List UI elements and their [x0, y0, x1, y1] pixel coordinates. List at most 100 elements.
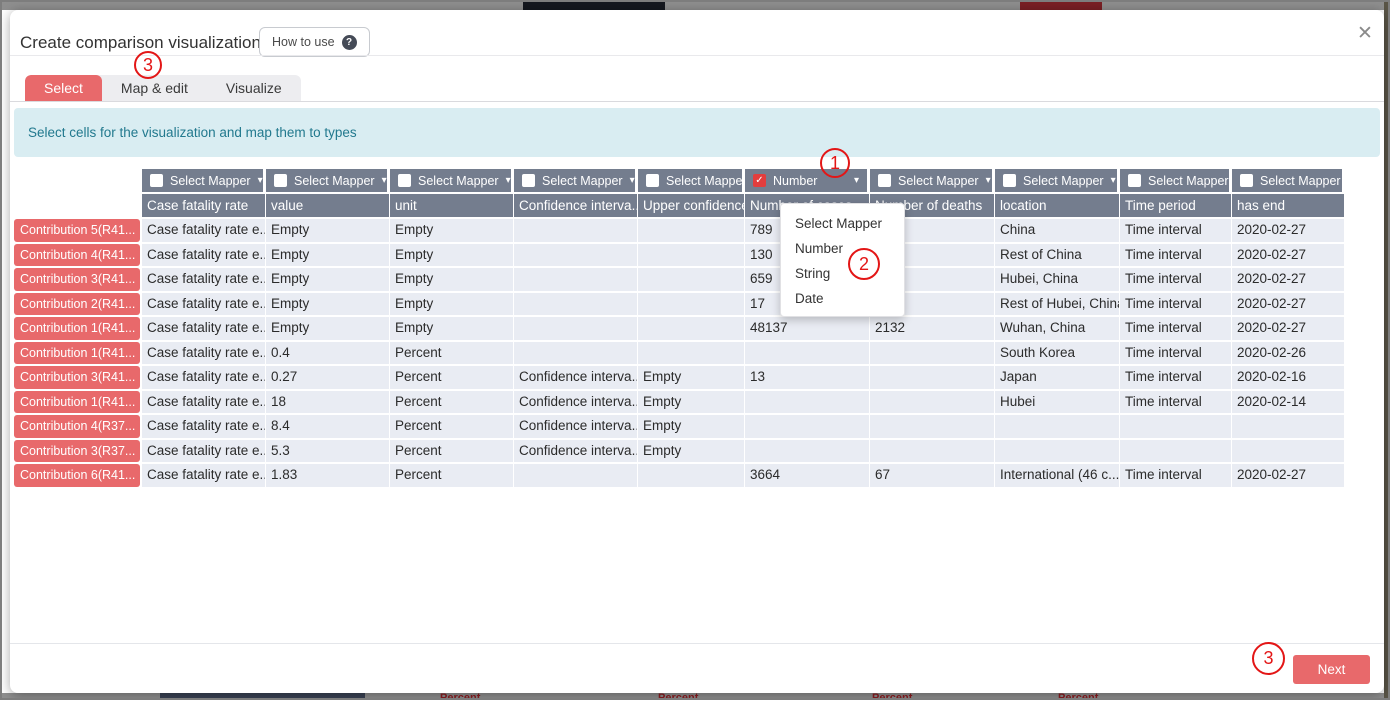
mapper-select-7[interactable]: Select Mapper▾ — [995, 169, 1120, 192]
table-cell[interactable]: Case fatality rate e... — [142, 391, 266, 414]
table-cell[interactable]: Time interval — [1120, 268, 1232, 291]
table-cell[interactable]: Empty — [390, 219, 514, 242]
table-cell[interactable] — [1120, 415, 1232, 438]
table-cell[interactable]: International (46 c... — [995, 464, 1120, 487]
mapper-checkbox-icon[interactable] — [646, 174, 659, 187]
table-cell[interactable]: 18 — [266, 391, 390, 414]
mapper-select-1[interactable]: Select Mapper▾ — [266, 169, 390, 192]
table-cell[interactable]: 3664 — [745, 464, 870, 487]
table-cell[interactable] — [514, 317, 638, 340]
table-cell[interactable] — [638, 268, 745, 291]
table-cell[interactable]: Hubei, China — [995, 268, 1120, 291]
table-cell[interactable]: Percent — [390, 366, 514, 389]
column-header-time-period[interactable]: Time period — [1120, 194, 1232, 217]
table-cell[interactable]: Case fatality rate e... — [142, 293, 266, 316]
column-header-location[interactable]: location — [995, 194, 1120, 217]
table-cell[interactable]: Time interval — [1120, 342, 1232, 365]
table-cell[interactable] — [514, 268, 638, 291]
table-cell[interactable] — [1120, 440, 1232, 463]
table-cell[interactable] — [1232, 415, 1345, 438]
mapper-checkbox-icon[interactable] — [1240, 174, 1253, 187]
how-to-use-button[interactable]: How to use ? — [259, 27, 370, 57]
table-cell[interactable]: 1.83 — [266, 464, 390, 487]
table-cell[interactable]: South Korea — [995, 342, 1120, 365]
table-cell[interactable]: Percent — [390, 415, 514, 438]
row-label-button[interactable]: Contribution 1(R41... — [14, 317, 140, 340]
table-cell[interactable]: 2020-02-27 — [1232, 219, 1345, 242]
table-cell[interactable]: Percent — [390, 391, 514, 414]
table-cell[interactable] — [638, 342, 745, 365]
mapper-checkbox-icon[interactable] — [274, 174, 287, 187]
table-cell[interactable]: 2020-02-14 — [1232, 391, 1345, 414]
table-cell[interactable]: 2020-02-27 — [1232, 244, 1345, 267]
table-cell[interactable]: Confidence interva... — [514, 391, 638, 414]
table-cell[interactable]: 2020-02-27 — [1232, 268, 1345, 291]
table-cell[interactable]: 2132 — [870, 317, 995, 340]
table-cell[interactable]: Time interval — [1120, 293, 1232, 316]
table-cell[interactable] — [638, 464, 745, 487]
table-cell[interactable] — [514, 293, 638, 316]
table-cell[interactable]: Case fatality rate e... — [142, 342, 266, 365]
next-button[interactable]: Next — [1293, 655, 1370, 684]
column-header-value[interactable]: value — [266, 194, 390, 217]
dropdown-item-string[interactable]: String — [781, 261, 904, 286]
table-cell[interactable]: Case fatality rate e... — [142, 219, 266, 242]
table-cell[interactable]: 5.3 — [266, 440, 390, 463]
table-cell[interactable]: Case fatality rate e... — [142, 464, 266, 487]
table-cell[interactable] — [995, 440, 1120, 463]
table-cell[interactable] — [638, 244, 745, 267]
table-cell[interactable] — [870, 415, 995, 438]
table-cell[interactable] — [745, 342, 870, 365]
table-cell[interactable] — [745, 415, 870, 438]
table-cell[interactable]: Empty — [638, 391, 745, 414]
table-cell[interactable] — [1232, 440, 1345, 463]
mapper-checkbox-icon[interactable] — [522, 174, 535, 187]
table-cell[interactable]: Time interval — [1120, 464, 1232, 487]
mapper-checkbox-icon[interactable] — [1003, 174, 1016, 187]
table-cell[interactable] — [638, 317, 745, 340]
tab-visualize[interactable]: Visualize — [207, 75, 301, 102]
table-cell[interactable]: Empty — [266, 244, 390, 267]
column-header-unit[interactable]: unit — [390, 194, 514, 217]
table-cell[interactable]: 2020-02-27 — [1232, 317, 1345, 340]
row-label-button[interactable]: Contribution 1(R41... — [14, 391, 140, 414]
mapper-select-5[interactable]: ✓Number▾ — [745, 169, 870, 192]
table-cell[interactable] — [870, 366, 995, 389]
table-cell[interactable]: Case fatality rate e... — [142, 317, 266, 340]
table-cell[interactable]: Time interval — [1120, 366, 1232, 389]
table-cell[interactable] — [870, 342, 995, 365]
mapper-checkbox-icon[interactable] — [1128, 174, 1141, 187]
table-cell[interactable]: Case fatality rate e... — [142, 440, 266, 463]
row-label-button[interactable]: Contribution 4(R41... — [14, 244, 140, 267]
row-label-button[interactable]: Contribution 2(R41... — [14, 293, 140, 316]
table-cell[interactable]: 8.4 — [266, 415, 390, 438]
mapper-select-0[interactable]: Select Mapper▾ — [142, 169, 266, 192]
table-cell[interactable]: Percent — [390, 464, 514, 487]
row-label-button[interactable]: Contribution 1(R41... — [14, 342, 140, 365]
row-label-button[interactable]: Contribution 3(R41... — [14, 366, 140, 389]
table-cell[interactable]: 0.4 — [266, 342, 390, 365]
table-cell[interactable] — [995, 415, 1120, 438]
dropdown-item-number[interactable]: Number — [781, 236, 904, 261]
mapper-checkbox-icon[interactable] — [150, 174, 163, 187]
mapper-select-9[interactable]: Select Mapper▾ — [1232, 169, 1345, 192]
mapper-checkbox-checked-icon[interactable]: ✓ — [753, 174, 766, 187]
table-cell[interactable]: 2020-02-26 — [1232, 342, 1345, 365]
table-cell[interactable]: 48137 — [745, 317, 870, 340]
table-cell[interactable]: Empty — [390, 293, 514, 316]
table-cell[interactable]: Hubei — [995, 391, 1120, 414]
table-cell[interactable] — [514, 342, 638, 365]
table-cell[interactable]: Empty — [638, 366, 745, 389]
table-cell[interactable] — [745, 440, 870, 463]
table-cell[interactable] — [514, 244, 638, 267]
table-cell[interactable]: Percent — [390, 440, 514, 463]
tab-select[interactable]: Select — [25, 75, 102, 102]
table-cell[interactable]: Empty — [638, 440, 745, 463]
table-cell[interactable]: Time interval — [1120, 244, 1232, 267]
mapper-checkbox-icon[interactable] — [878, 174, 891, 187]
table-cell[interactable]: Rest of China — [995, 244, 1120, 267]
table-cell[interactable]: Case fatality rate e... — [142, 366, 266, 389]
dropdown-item-date[interactable]: Date — [781, 286, 904, 311]
table-cell[interactable]: Empty — [390, 268, 514, 291]
table-cell[interactable] — [514, 219, 638, 242]
